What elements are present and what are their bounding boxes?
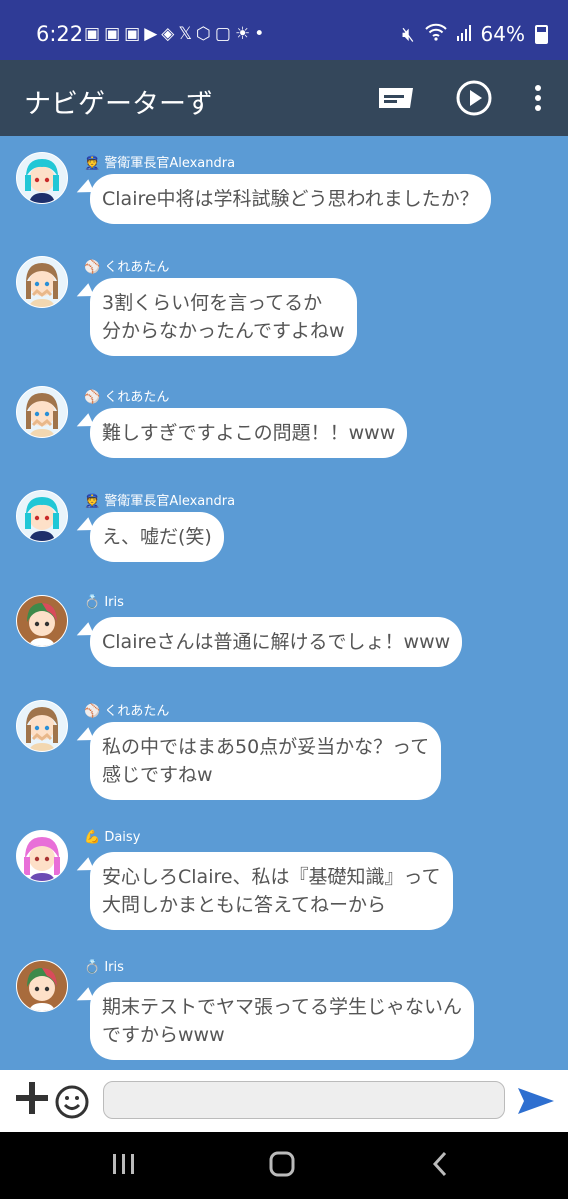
officer-icon: 👮 <box>84 494 101 509</box>
sender-name: 💪 Daisy <box>84 830 140 845</box>
message-input[interactable] <box>103 1081 505 1119</box>
x-icon: 𝕏 <box>178 24 197 44</box>
send-icon[interactable] <box>516 1086 556 1120</box>
dot-icon: • <box>254 24 269 44</box>
back-icon[interactable] <box>430 1150 450 1182</box>
status-time: 6:22 <box>36 22 84 46</box>
avatar-kureatan[interactable] <box>16 256 68 308</box>
message-text: 3割くらい何を言ってるか 分からなかったんですよねw <box>102 292 345 342</box>
notification-icons: ▣▣▣▶◈𝕏⬡▢☀• <box>84 24 268 44</box>
avatar-alexandra[interactable] <box>16 490 68 542</box>
sender-label: 警衛軍長官Alexandra <box>104 494 236 509</box>
avatar-kureatan[interactable] <box>16 700 68 752</box>
share-icon: ◈ <box>161 24 179 44</box>
sender-name: ⚾ くれあたん <box>84 256 169 275</box>
youtube-icon: ▶ <box>144 24 162 44</box>
sender-name: 💍 Iris <box>84 595 124 610</box>
sender-label: Iris <box>104 595 124 610</box>
sender-label: くれあたん <box>104 260 170 275</box>
sender-name: ⚾ くれあたん <box>84 700 169 719</box>
sender-name: 👮 警衛軍長官Alexandra <box>84 152 235 171</box>
message-text: 私の中ではまあ50点が妥当かな？って 感じですねw <box>102 736 430 786</box>
system-nav-bar <box>0 1132 568 1199</box>
recent-apps-icon[interactable] <box>111 1150 137 1182</box>
message-bubble[interactable]: 期末テストでヤマ張ってる学生じゃないん ですからwww <box>90 982 475 1060</box>
input-bar <box>0 1070 568 1132</box>
message-bubble[interactable]: 3割くらい何を言ってるか 分からなかったんですよねw <box>90 278 357 356</box>
sun-icon: ☀ <box>234 24 255 44</box>
play-icon[interactable] <box>454 78 494 118</box>
avatar-daisy[interactable] <box>16 830 68 882</box>
app-bar: ナビゲーターず <box>0 60 568 136</box>
muscle-icon: 💪 <box>84 830 101 845</box>
discord-icon: ▣ <box>124 24 145 44</box>
emoji-icon[interactable] <box>54 1084 90 1124</box>
battery-level: 64% <box>480 22 525 46</box>
baseball-icon: ⚾ <box>84 390 101 405</box>
message-bubble[interactable]: え、嘘だ(笑) <box>90 512 224 562</box>
subtitle-icon[interactable] <box>376 78 416 118</box>
status-right: 🔇︎ 64% <box>402 22 548 46</box>
avatar-kureatan[interactable] <box>16 386 68 438</box>
signal-icon <box>456 22 471 46</box>
page-title: ナビゲーターず <box>24 89 213 120</box>
avatar-alexandra[interactable] <box>16 152 68 204</box>
wifi-icon <box>424 22 447 46</box>
message-text: 安心しろClaire、私は『基礎知識』って 大問しかまともに答えてねーから <box>102 866 441 916</box>
more-vert-icon[interactable] <box>518 78 558 118</box>
mute-icon: 🔇︎ <box>401 22 415 46</box>
avatar-iris[interactable] <box>16 595 68 647</box>
discord-icon: ▣ <box>104 24 125 44</box>
chat-area[interactable]: 👮 警衛軍長官Alexandra Claire中将は学科試験どう思われましたか？… <box>0 136 568 1070</box>
sender-label: 警衛軍長官Alexandra <box>104 156 236 171</box>
sender-name: ⚾ くれあたん <box>84 386 169 405</box>
sender-label: くれあたん <box>104 390 170 405</box>
sender-label: Iris <box>104 960 124 975</box>
sender-label: Daisy <box>104 830 141 845</box>
message-bubble[interactable]: Claireさんは普通に解けるでしょ！www <box>90 617 463 667</box>
sender-name: 👮 警衛軍長官Alexandra <box>84 490 235 509</box>
cube-icon: ⬡ <box>196 24 215 44</box>
home-icon[interactable] <box>268 1150 296 1182</box>
message-bubble[interactable]: 私の中ではまあ50点が妥当かな？って 感じですねw <box>90 722 442 800</box>
avatar-iris[interactable] <box>16 960 68 1012</box>
message-bubble[interactable]: 安心しろClaire、私は『基礎知識』って 大問しかまともに答えてねーから <box>90 852 453 930</box>
ring-icon: 💍 <box>84 595 101 610</box>
lock-icon: ▢ <box>214 24 235 44</box>
add-icon[interactable] <box>14 1080 50 1123</box>
message-text: 期末テストでヤマ張ってる学生じゃないん ですからwww <box>102 996 463 1046</box>
battery-icon <box>535 24 548 44</box>
sender-name: 💍 Iris <box>84 960 124 975</box>
message-bubble[interactable]: Claire中将は学科試験どう思われましたか？ <box>90 174 491 224</box>
officer-icon: 👮 <box>84 156 101 171</box>
status-bar: 6:22 ▣▣▣▶◈𝕏⬡▢☀• 🔇︎ 64% <box>0 0 568 60</box>
discord-icon: ▣ <box>84 24 105 44</box>
ring-icon: 💍 <box>84 960 101 975</box>
message-bubble[interactable]: 難しすぎですよこの問題！！www <box>90 408 408 458</box>
baseball-icon: ⚾ <box>84 260 101 275</box>
sender-label: くれあたん <box>104 704 170 719</box>
baseball-icon: ⚾ <box>84 704 101 719</box>
